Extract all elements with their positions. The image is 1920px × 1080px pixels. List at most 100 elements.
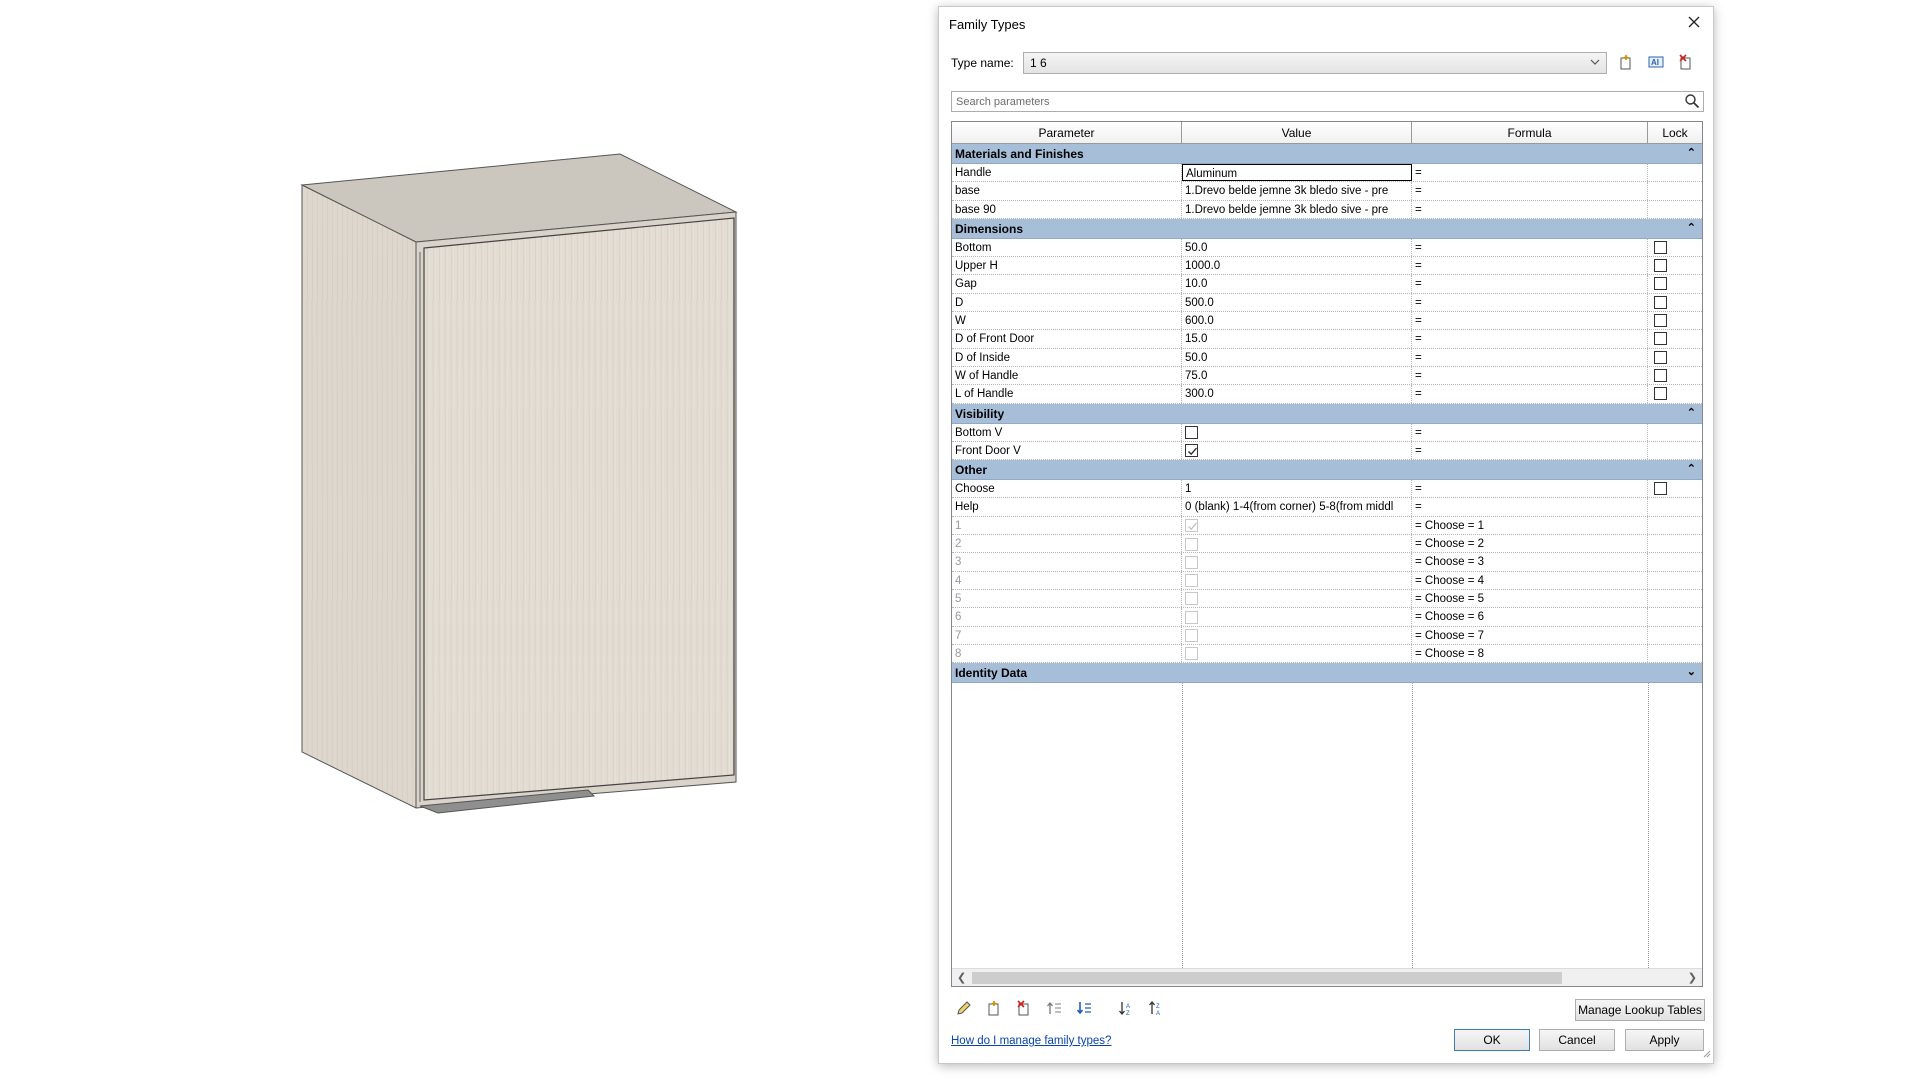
parameter-value[interactable]: Aluminum (1182, 164, 1412, 182)
parameter-formula[interactable]: = (1412, 498, 1648, 516)
lock-checkbox[interactable] (1654, 482, 1667, 496)
lock-checkbox[interactable] (1654, 314, 1667, 328)
parameter-value[interactable]: 75.0 (1182, 366, 1412, 385)
lock-checkbox[interactable] (1654, 332, 1667, 346)
delete-parameter-button[interactable] (1011, 997, 1037, 1021)
apply-button[interactable]: Apply (1625, 1029, 1704, 1051)
parameter-row[interactable]: Bottom V = (952, 423, 1702, 442)
group-header[interactable]: Other ⌃ (952, 460, 1702, 481)
parameter-row[interactable]: 4 = Choose = 4 (952, 571, 1702, 590)
collapse-icon[interactable]: ⌃ (1687, 406, 1696, 419)
parameter-row[interactable]: D of Front Door 15.0 = (952, 330, 1702, 349)
parameter-value[interactable]: 300.0 (1182, 385, 1412, 403)
parameter-lock[interactable] (1648, 553, 1702, 570)
parameter-lock[interactable] (1648, 572, 1702, 589)
parameter-lock[interactable] (1648, 349, 1702, 366)
parameter-lock[interactable] (1648, 424, 1702, 441)
parameter-formula[interactable]: = (1412, 330, 1648, 348)
lock-checkbox[interactable] (1654, 387, 1667, 401)
parameter-lock[interactable] (1648, 627, 1702, 644)
parameter-value[interactable] (1182, 644, 1412, 663)
parameter-formula[interactable]: = (1412, 348, 1648, 366)
parameter-formula[interactable]: = Choose = 3 (1412, 553, 1648, 571)
move-down-button[interactable] (1071, 997, 1097, 1021)
parameter-lock[interactable] (1648, 442, 1702, 459)
sort-ascending-button[interactable]: AZ (1113, 997, 1139, 1021)
parameter-row[interactable]: 2 = Choose = 2 (952, 535, 1702, 554)
parameter-row[interactable]: base 1.Drevo belde jemne 3k bledo sive - … (952, 182, 1702, 201)
column-header-lock[interactable]: Lock (1648, 122, 1702, 144)
parameter-lock[interactable] (1648, 608, 1702, 625)
parameter-lock[interactable] (1648, 239, 1702, 256)
parameter-row[interactable]: 1 = Choose = 1 (952, 516, 1702, 536)
parameter-lock[interactable] (1648, 164, 1702, 181)
parameter-row[interactable]: Choose 1 = (952, 480, 1702, 499)
sort-descending-button[interactable]: ZA (1143, 997, 1169, 1021)
parameter-formula[interactable]: = (1412, 366, 1648, 385)
parameter-value[interactable]: 50.0 (1182, 348, 1412, 366)
parameter-lock[interactable] (1648, 294, 1702, 311)
parameter-value[interactable] (1182, 626, 1412, 644)
parameter-value[interactable] (1182, 516, 1412, 535)
parameter-row[interactable]: 7 = Choose = 7 (952, 626, 1702, 645)
parameter-row[interactable]: 8 = Choose = 8 (952, 644, 1702, 664)
scrollbar-thumb[interactable] (972, 972, 1562, 984)
parameter-row[interactable]: D of Inside 50.0 = (952, 348, 1702, 367)
parameter-value[interactable]: 500.0 (1182, 293, 1412, 312)
parameter-value[interactable]: 1.Drevo belde jemne 3k bledo sive - pre (1182, 182, 1412, 200)
help-link[interactable]: How do I manage family types? (951, 1035, 1111, 1047)
parameter-lock[interactable] (1648, 498, 1702, 515)
resize-grip-icon[interactable] (1703, 1047, 1711, 1061)
value-checkbox[interactable] (1185, 444, 1198, 458)
parameter-formula[interactable]: = (1412, 385, 1648, 403)
parameter-lock[interactable] (1648, 367, 1702, 384)
parameter-value[interactable] (1182, 423, 1412, 441)
scroll-right-icon[interactable]: ❯ (1688, 971, 1697, 984)
lock-checkbox[interactable] (1654, 259, 1667, 273)
parameter-value[interactable]: 50.0 (1182, 238, 1412, 257)
parameter-row[interactable]: W of Handle 75.0 = (952, 366, 1702, 386)
parameter-row[interactable]: W 600.0 = (952, 312, 1702, 331)
parameter-row[interactable]: 3 = Choose = 3 (952, 553, 1702, 572)
parameter-value[interactable] (1182, 571, 1412, 589)
model-viewport[interactable] (0, 0, 930, 1080)
cancel-button[interactable]: Cancel (1539, 1029, 1615, 1051)
parameter-formula[interactable]: = Choose = 5 (1412, 589, 1648, 608)
ok-button[interactable]: OK (1454, 1029, 1530, 1051)
parameter-lock[interactable] (1648, 201, 1702, 218)
horizontal-scrollbar[interactable]: ❮ ❯ (952, 968, 1702, 986)
parameter-formula[interactable]: = (1412, 200, 1648, 218)
parameter-lock[interactable] (1648, 517, 1702, 534)
parameter-lock[interactable] (1648, 312, 1702, 329)
lock-checkbox[interactable] (1654, 368, 1667, 382)
parameter-formula[interactable]: = (1412, 182, 1648, 200)
parameter-row[interactable]: Gap 10.0 = (952, 275, 1702, 294)
collapse-icon[interactable]: ⌃ (1687, 462, 1696, 475)
delete-type-button[interactable] (1673, 51, 1699, 75)
parameter-formula[interactable]: = (1412, 238, 1648, 257)
group-header[interactable]: Dimensions ⌃ (952, 218, 1702, 239)
manage-lookup-tables-button[interactable]: Manage Lookup Tables (1575, 999, 1705, 1021)
parameter-value[interactable] (1182, 608, 1412, 626)
parameter-row[interactable]: L of Handle 300.0 = (952, 385, 1702, 404)
parameter-value[interactable] (1182, 589, 1412, 608)
parameter-formula[interactable]: = (1412, 312, 1648, 330)
parameter-lock[interactable] (1648, 480, 1702, 497)
parameter-row[interactable]: D 500.0 = (952, 293, 1702, 313)
group-header[interactable]: Materials and Finishes ⌃ (952, 144, 1702, 164)
parameter-formula[interactable]: = (1412, 441, 1648, 460)
group-header[interactable]: Visibility ⌃ (952, 403, 1702, 424)
parameter-formula[interactable]: = (1412, 275, 1648, 293)
parameter-row[interactable]: Bottom 50.0 = (952, 238, 1702, 258)
column-header-parameter[interactable]: Parameter (952, 122, 1182, 144)
collapse-icon[interactable]: ⌃ (1687, 221, 1696, 234)
edit-parameter-button[interactable] (951, 997, 977, 1021)
parameter-row[interactable]: 6 = Choose = 6 (952, 608, 1702, 627)
new-type-button[interactable] (1613, 51, 1639, 75)
parameter-lock[interactable] (1648, 182, 1702, 199)
parameter-lock[interactable] (1648, 257, 1702, 274)
parameter-formula[interactable]: = (1412, 293, 1648, 312)
new-parameter-button[interactable] (981, 997, 1007, 1021)
close-button[interactable] (1681, 11, 1707, 35)
parameter-value[interactable] (1182, 535, 1412, 553)
